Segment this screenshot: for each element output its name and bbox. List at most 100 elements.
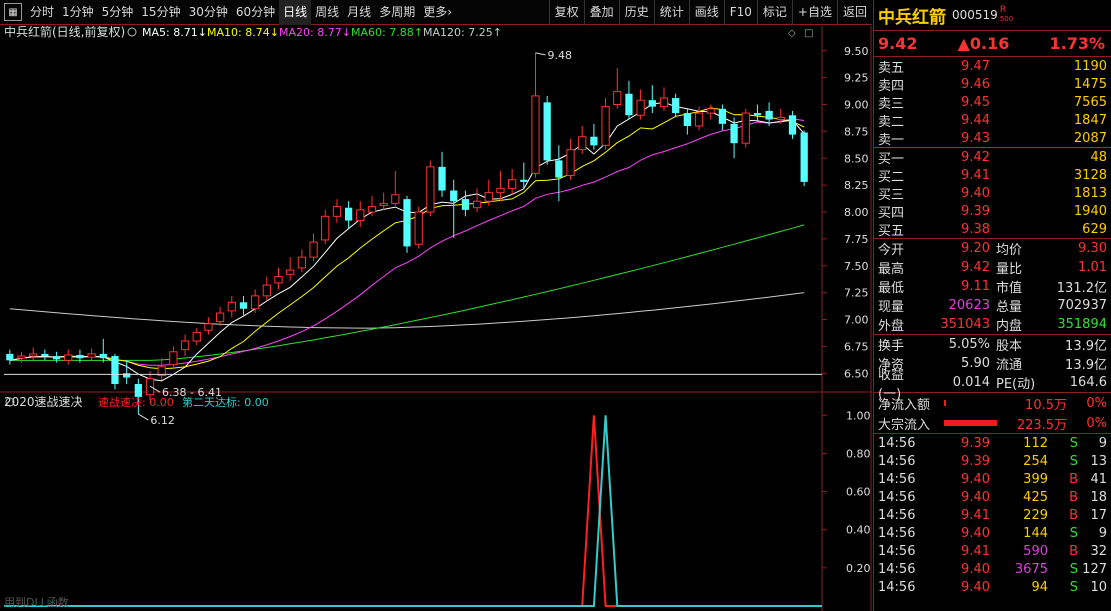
ob-price: 9.46 bbox=[961, 76, 990, 92]
tick-time: 14:56 bbox=[878, 543, 916, 559]
tick-direction: S bbox=[1069, 579, 1078, 595]
money-flow: 净流入额 10.5万 0% 大宗流入 223.5万 0% bbox=[874, 393, 1111, 434]
toolbar-action-button[interactable]: 统计 bbox=[653, 0, 689, 25]
candle-body bbox=[41, 353, 49, 357]
toolbar-action-button[interactable]: +自选 bbox=[791, 0, 837, 25]
tick-row[interactable]: 14:56 9.39 254 S 13 bbox=[874, 452, 1111, 470]
candle-body bbox=[800, 132, 808, 182]
price-annotation: 6.12 bbox=[150, 414, 175, 427]
margin-mark: R 500 bbox=[999, 5, 1014, 24]
stat-value: 351043 bbox=[940, 317, 990, 332]
tick-time: 14:56 bbox=[878, 561, 916, 577]
ma-legend: MA120: 7.25↑ bbox=[423, 26, 502, 39]
stat-key: 总量 bbox=[996, 300, 1023, 315]
y-tick-label: 8.75 bbox=[844, 125, 869, 138]
candle-body bbox=[426, 166, 435, 213]
period-tab[interactable]: 更多› bbox=[419, 0, 456, 25]
ob-volume: 1813 bbox=[1073, 185, 1107, 201]
tick-row[interactable]: 14:56 9.40 399 B 41 bbox=[874, 470, 1111, 488]
candle-body bbox=[741, 112, 750, 144]
candle-body bbox=[718, 108, 727, 124]
tick-row[interactable]: 14:56 9.41 229 B 17 bbox=[874, 506, 1111, 524]
tick-row[interactable]: 14:56 9.41 590 B 32 bbox=[874, 542, 1111, 560]
ob-price: 9.38 bbox=[961, 221, 990, 237]
candle-body bbox=[6, 353, 14, 361]
ob-price: 9.42 bbox=[961, 149, 990, 165]
grid-icon[interactable]: ▦ bbox=[4, 3, 22, 21]
candle-body bbox=[274, 276, 283, 284]
toolbar-action-button[interactable]: 历史 bbox=[618, 0, 654, 25]
candle-body bbox=[438, 166, 446, 191]
tick-row[interactable]: 14:56 9.40 3675 S 127 bbox=[874, 560, 1111, 578]
period-tab[interactable]: 30分钟 bbox=[185, 0, 232, 25]
flow-bar bbox=[944, 400, 946, 406]
toolbar-action-button[interactable]: 画线 bbox=[688, 0, 724, 25]
candle-body bbox=[776, 116, 785, 121]
flow-amount: 10.5万 bbox=[1025, 397, 1067, 413]
candle-body bbox=[87, 353, 96, 358]
toolbar-action-button[interactable]: 返回 bbox=[836, 0, 872, 25]
ask-row: 卖五 9.47 1190 bbox=[874, 57, 1111, 76]
stat-value: 131.2亿 bbox=[1056, 281, 1107, 296]
period-tab[interactable]: 周线 bbox=[311, 0, 343, 25]
stat-row: 外盘 351043 内盘 351894 bbox=[874, 315, 1111, 334]
tick-list[interactable]: 14:56 9.39 112 S 9 14:56 9.39 254 S 13 14:56 9.40 39… bbox=[874, 434, 1111, 596]
candle-body bbox=[111, 356, 119, 384]
period-tab[interactable]: 60分钟 bbox=[232, 0, 279, 25]
toolbar-action-button[interactable]: 复权 bbox=[548, 0, 584, 25]
tick-row[interactable]: 14:56 9.40 144 S 9 bbox=[874, 524, 1111, 542]
kline-chart-area[interactable]: 中兵红箭(日线,前复权) MA5: 8.71↓ MA10: 8.74↓ MA20: 8… bbox=[0, 26, 872, 611]
period-tab[interactable]: 15分钟 bbox=[137, 0, 184, 25]
chevron-right-icon[interactable]: › bbox=[447, 5, 452, 19]
ob-price: 9.39 bbox=[961, 203, 990, 219]
period-tab[interactable]: 5分钟 bbox=[98, 0, 138, 25]
kline-chart[interactable]: 中兵红箭(日线,前复权) MA5: 8.71↓ MA10: 8.74↓ MA20: 8… bbox=[0, 26, 872, 611]
toolbar-action-button[interactable]: 标记 bbox=[756, 0, 792, 25]
stat-key: 最高 bbox=[878, 262, 905, 277]
candle-body bbox=[227, 301, 236, 312]
candle-body bbox=[531, 95, 540, 174]
ma-legend: MA5: 8.71↓ bbox=[142, 26, 207, 39]
candle-body bbox=[636, 99, 645, 116]
stat-key: 量比 bbox=[996, 262, 1023, 277]
stat-key: 最低 bbox=[878, 281, 905, 296]
y-tick-label: 0.40 bbox=[846, 524, 871, 537]
toolbar-action-button[interactable]: F10 bbox=[723, 0, 757, 25]
flow-bar bbox=[943, 420, 998, 426]
y-tick-label: 0.60 bbox=[846, 486, 871, 499]
period-tabs: 分时 1分钟 5分钟 15分钟 30分钟 60分钟 日线 周线 月线 多周期 更多› bbox=[26, 0, 456, 25]
tick-row[interactable]: 14:56 9.40 94 S 10 bbox=[874, 578, 1111, 596]
tick-count: 13 bbox=[1090, 453, 1107, 469]
tick-volume: 94 bbox=[1031, 579, 1048, 595]
tick-direction: S bbox=[1069, 525, 1078, 541]
tick-row[interactable]: 14:56 9.39 112 S 9 bbox=[874, 434, 1111, 452]
tick-volume: 229 bbox=[1023, 507, 1048, 523]
tick-direction: S bbox=[1069, 561, 1078, 577]
candle-body bbox=[391, 194, 400, 204]
stat-row: 今开 9.20 均价 9.30 bbox=[874, 239, 1111, 258]
y-tick-label: 8.25 bbox=[844, 179, 869, 192]
period-tab[interactable]: 分时 bbox=[26, 0, 58, 25]
ob-label: 卖二 bbox=[878, 114, 905, 130]
stat-value: 164.6 bbox=[1069, 375, 1107, 390]
period-tab[interactable]: 1分钟 bbox=[58, 0, 98, 25]
period-tab[interactable]: 多周期 bbox=[375, 0, 419, 25]
candle-body bbox=[134, 384, 142, 397]
price-change: ▲0.16 bbox=[957, 34, 1010, 53]
annotation-leader bbox=[138, 413, 149, 421]
y-tick-label: 6.75 bbox=[844, 340, 869, 353]
bid-row: 买二 9.41 3128 bbox=[874, 166, 1111, 185]
ask-row: 卖三 9.45 7565 bbox=[874, 93, 1111, 112]
ob-label: 卖四 bbox=[878, 78, 905, 94]
period-tab[interactable]: 日线 bbox=[279, 0, 312, 25]
candle-body bbox=[753, 113, 762, 116]
stat-key: 外盘 bbox=[878, 319, 905, 334]
stat-key: 今开 bbox=[878, 243, 905, 258]
toolbar-action-button[interactable]: 叠加 bbox=[583, 0, 619, 25]
period-tab[interactable]: 月线 bbox=[343, 0, 375, 25]
candle-body bbox=[321, 215, 330, 241]
tick-row[interactable]: 14:56 9.40 425 B 18 bbox=[874, 488, 1111, 506]
tick-volume: 399 bbox=[1023, 471, 1048, 487]
stat-key: 换手 bbox=[878, 339, 905, 354]
tick-count: 17 bbox=[1090, 507, 1107, 523]
